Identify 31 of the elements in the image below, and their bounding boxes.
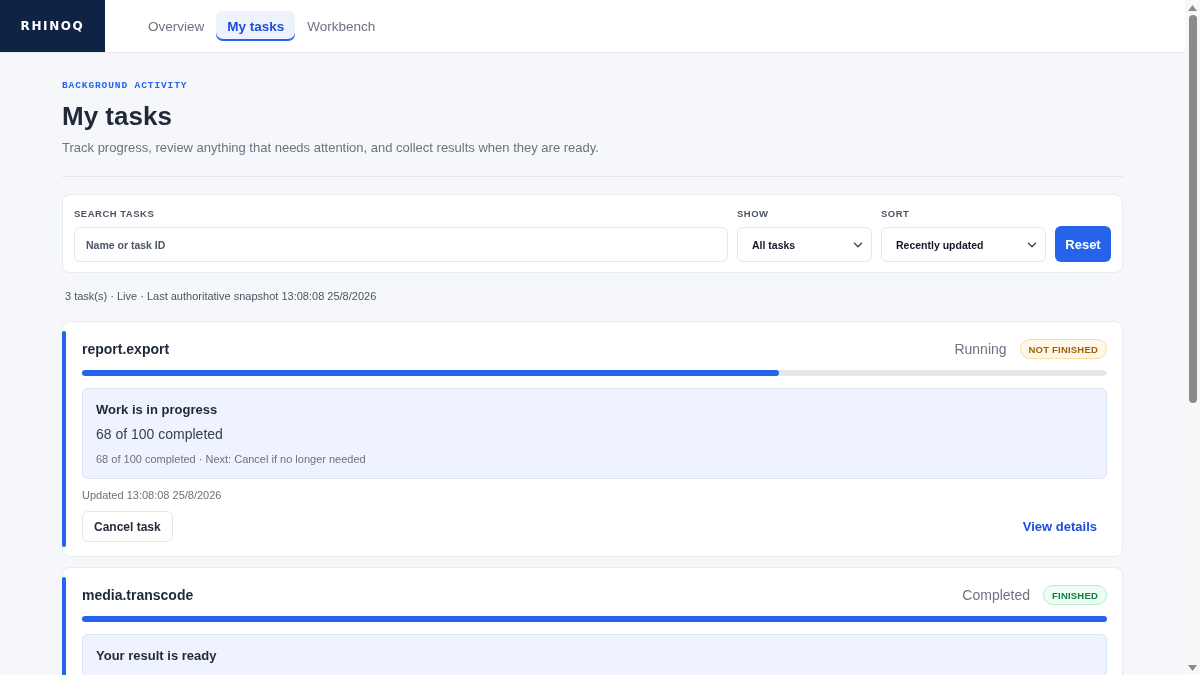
details-link[interactable]: View details xyxy=(1022,519,1097,534)
notice-title: Work is in progress xyxy=(96,402,219,418)
nav-tab[interactable]: My tasks xyxy=(216,11,296,41)
show-select[interactable]: All tasks xyxy=(737,227,872,262)
notice-detail: 68 of 100 completed · Next: Cancel if no longer needed xyxy=(96,452,367,466)
status-text: Completed xyxy=(962,587,1031,603)
status-badge: NOT FINISHED xyxy=(1019,339,1107,359)
reset-button[interactable]: Reset xyxy=(1055,226,1111,262)
task-name: report.export xyxy=(82,341,170,357)
summary-text: 3 task(s) · Live · Last authoritative snapshot 13:08:08 25/8/2026 xyxy=(64,289,378,303)
task-name: media.transcode xyxy=(82,587,194,603)
nav-tab[interactable]: Workbench xyxy=(296,11,387,41)
brand-logo: RHINOQ xyxy=(0,0,105,52)
scrollbar-thumb[interactable] xyxy=(1188,15,1197,403)
eyebrow-label: BACKGROUND ACTIVITY xyxy=(62,80,189,92)
field-label: SEARCH TASKS xyxy=(74,208,156,220)
page-title: My tasks xyxy=(62,101,173,131)
field-label: SHOW xyxy=(737,208,770,220)
cancel-button[interactable]: Cancel task xyxy=(82,511,173,542)
field-label: SORT xyxy=(881,208,911,220)
notice-text: 68 of 100 completed xyxy=(96,425,224,443)
search-field[interactable]: Name or task ID xyxy=(74,227,728,262)
updated-text: Updated 13:08:08 25/8/2026 xyxy=(82,488,223,502)
nav-tab[interactable]: Overview xyxy=(137,11,216,41)
notice-title: Your result is ready xyxy=(96,648,218,664)
page-subtitle: Track progress, review anything that needs attention, and collect results when they are ready. xyxy=(62,140,600,156)
scroll-down-icon[interactable] xyxy=(1188,665,1197,671)
sort-select[interactable]: Recently updated xyxy=(881,227,1046,262)
scroll-up-icon[interactable] xyxy=(1188,5,1197,11)
status-badge: FINISHED xyxy=(1043,585,1107,605)
status-text: Running xyxy=(954,341,1007,357)
